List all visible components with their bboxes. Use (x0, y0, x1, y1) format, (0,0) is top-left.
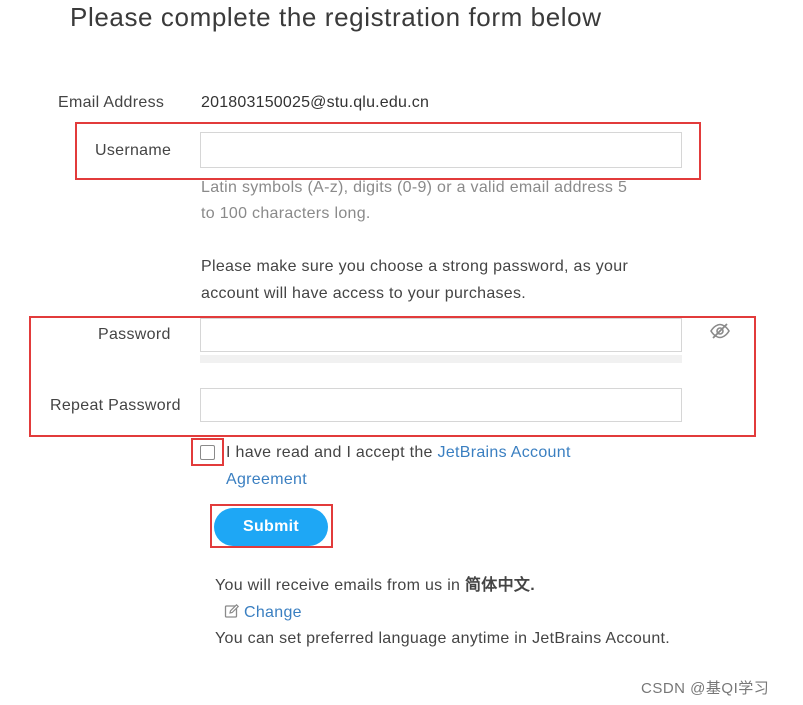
password-strength-bar (200, 355, 682, 363)
page-title: Please complete the registration form be… (70, 2, 602, 32)
agreement-prefix: I have read and I accept the (226, 444, 438, 461)
language-note: You can set preferred language anytime i… (215, 630, 671, 647)
repeat-password-input[interactable] (200, 388, 682, 422)
agreement-text: I have read and I accept the JetBrains A… (226, 439, 646, 493)
agreement-checkbox[interactable] (200, 445, 215, 460)
emails-prefix: You will receive emails from us in (215, 577, 465, 594)
username-label: Username (95, 142, 172, 159)
repeat-password-label: Repeat Password (50, 397, 181, 414)
password-label: Password (98, 326, 171, 343)
username-hint: Latin symbols (A-z), digits (0-9) or a v… (201, 179, 628, 222)
submit-button[interactable]: Submit (214, 508, 328, 546)
username-input[interactable] (200, 132, 682, 168)
language-value: 简体中文. (465, 577, 535, 594)
edit-icon (224, 601, 240, 628)
email-label: Email Address (58, 94, 165, 111)
watermark: CSDN @基QI学习 (641, 680, 770, 697)
email-value: 201803150025@stu.qlu.edu.cn (201, 94, 430, 111)
change-language[interactable]: Change (224, 599, 302, 628)
eye-slash-icon[interactable] (709, 322, 731, 340)
password-input[interactable] (200, 318, 682, 352)
change-link[interactable]: Change (244, 604, 302, 621)
emails-note: You will receive emails from us in 简体中文. (215, 572, 535, 599)
password-note: Please make sure you choose a strong pas… (201, 258, 629, 302)
